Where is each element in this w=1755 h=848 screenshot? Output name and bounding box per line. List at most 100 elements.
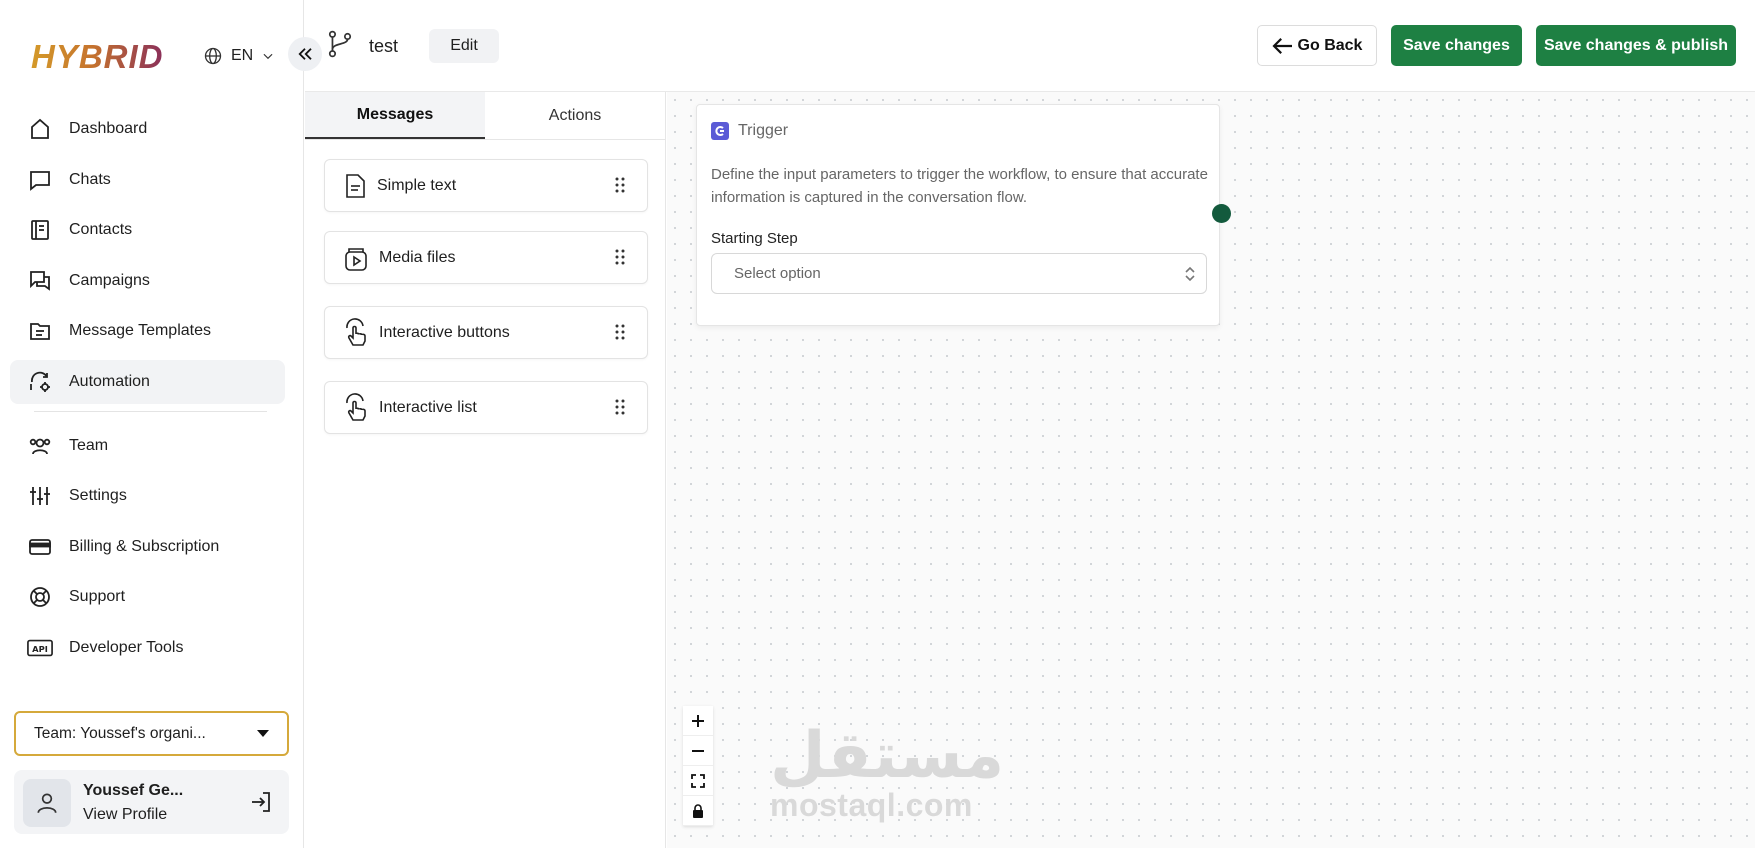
trigger-icon: [711, 122, 729, 140]
starting-step-label: Starting Step: [711, 230, 798, 247]
trigger-node-header: Trigger: [711, 122, 788, 140]
collapse-sidebar-button[interactable]: [288, 37, 322, 71]
sidebar-item-label: Support: [69, 588, 126, 606]
sidebar-item-developer-tools[interactable]: API Developer Tools: [10, 626, 285, 670]
trigger-title: Trigger: [738, 122, 789, 139]
trigger-description: Define the input parameters to trigger t…: [711, 166, 1208, 206]
nav-divider: [34, 410, 267, 412]
sidebar-item-label: Team: [69, 436, 109, 454]
fit-view-button[interactable]: [683, 766, 713, 796]
drag-handle-icon[interactable]: [615, 399, 625, 415]
sidebar-item-automation[interactable]: Automation: [10, 359, 285, 404]
editor-header: test Edit Go Back Save changes Save chan…: [305, 0, 1755, 92]
sidebar-item-label: Campaigns: [69, 271, 150, 289]
edit-name-button[interactable]: Edit: [429, 29, 499, 63]
svg-text:API: API: [32, 644, 48, 654]
go-back-button[interactable]: Go Back: [1257, 25, 1377, 66]
templates-icon: [27, 318, 53, 344]
starting-step-select[interactable]: Select option: [711, 253, 1207, 294]
sidebar-nav: Dashboard Chats Contacts Campaigns Messa…: [10, 107, 285, 677]
sidebar-item-label: Billing & Subscription: [69, 537, 220, 555]
chat-icon: [27, 167, 53, 193]
sidebar-item-label: Chats: [69, 170, 111, 188]
campaigns-icon: [27, 268, 53, 294]
tab-messages[interactable]: Messages: [305, 92, 485, 139]
support-icon: [27, 584, 53, 610]
drag-handle-icon[interactable]: [615, 249, 625, 265]
caret-down-icon: [257, 729, 269, 737]
sidebar-item-dashboard[interactable]: Dashboard: [10, 107, 285, 151]
sidebar-item-label: Settings: [69, 487, 127, 505]
chevron-down-icon: [263, 53, 273, 60]
block-label: Interactive list: [379, 398, 477, 416]
sidebar-item-label: Automation: [69, 372, 150, 390]
globe-icon: [204, 47, 222, 65]
lock-interaction-button[interactable]: [683, 796, 713, 826]
sidebar: HYBRID EN Dashboard Chats Contacts Campa…: [0, 0, 304, 848]
blocks-panel: Messages Actions Simple text Media files…: [305, 92, 666, 848]
sidebar-item-campaigns[interactable]: Campaigns: [10, 259, 285, 303]
block-interactive-buttons[interactable]: Interactive buttons: [324, 306, 648, 359]
block-label: Media files: [379, 248, 456, 266]
trigger-output-handle[interactable]: [1212, 204, 1231, 223]
sidebar-item-billing[interactable]: Billing & Subscription: [10, 525, 285, 569]
watermark-arabic: مستقل: [770, 719, 1005, 791]
block-interactive-list[interactable]: Interactive list: [324, 381, 648, 434]
automation-icon: [27, 369, 53, 395]
text-file-icon: [346, 173, 365, 198]
avatar[interactable]: [23, 779, 71, 827]
language-selector[interactable]: EN: [203, 46, 275, 66]
sidebar-item-support[interactable]: Support: [10, 575, 285, 619]
trigger-node[interactable]: Trigger Define the input parameters to t…: [696, 104, 1220, 326]
tap-pointer-icon: [346, 392, 366, 421]
block-simple-text[interactable]: Simple text: [324, 159, 648, 212]
tab-actions[interactable]: Actions: [485, 92, 665, 139]
zoom-in-button[interactable]: [683, 706, 713, 736]
block-label: Interactive buttons: [379, 323, 510, 341]
home-icon: [27, 116, 53, 142]
go-back-label: Go Back: [1297, 36, 1363, 54]
watermark: مستقل mostaql.com: [770, 719, 1005, 823]
team-selector[interactable]: Team: Youssef's organi...: [14, 711, 289, 756]
minus-icon: [692, 749, 704, 752]
plus-icon: [692, 714, 704, 727]
language-label: EN: [231, 47, 254, 64]
billing-icon: [27, 534, 53, 560]
flow-canvas[interactable]: Trigger Define the input parameters to t…: [667, 92, 1755, 848]
double-chevron-left-icon: [298, 48, 312, 60]
sidebar-item-label: Contacts: [69, 221, 133, 239]
logout-icon: [252, 792, 270, 812]
save-and-publish-button[interactable]: Save changes & publish: [1536, 25, 1736, 66]
save-changes-button[interactable]: Save changes: [1391, 25, 1522, 66]
lock-icon: [693, 803, 703, 818]
drag-handle-icon[interactable]: [615, 324, 625, 340]
panel-tabs: Messages Actions: [305, 92, 665, 140]
canvas-controls: [683, 706, 713, 826]
media-play-icon: [345, 247, 367, 271]
select-placeholder: Select option: [734, 265, 821, 282]
chevron-up-down-icon: [1185, 266, 1195, 282]
user-profile-card: Youssef Ge... View Profile: [14, 770, 289, 834]
api-icon: API: [27, 635, 53, 661]
brand-logo: HYBRID: [31, 38, 164, 75]
sidebar-item-label: Developer Tools: [69, 638, 184, 656]
tap-pointer-icon: [346, 317, 366, 346]
workflow-name: test: [369, 36, 399, 56]
fit-view-icon: [691, 773, 705, 788]
settings-icon: [27, 483, 53, 509]
sidebar-item-message-templates[interactable]: Message Templates: [10, 309, 285, 353]
sidebar-item-team[interactable]: Team: [10, 424, 285, 468]
logout-button[interactable]: [249, 790, 273, 819]
view-profile-link[interactable]: View Profile: [83, 806, 167, 824]
block-label: Simple text: [377, 176, 457, 194]
sidebar-item-contacts[interactable]: Contacts: [10, 208, 285, 252]
watermark-latin: mostaql.com: [770, 787, 973, 823]
block-media-files[interactable]: Media files: [324, 231, 648, 284]
sidebar-item-chats[interactable]: Chats: [10, 158, 285, 202]
sidebar-item-label: Message Templates: [69, 322, 211, 340]
sidebar-item-label: Dashboard: [69, 120, 148, 137]
team-icon: [27, 433, 53, 459]
sidebar-item-settings[interactable]: Settings: [10, 474, 285, 518]
drag-handle-icon[interactable]: [615, 177, 625, 193]
zoom-out-button[interactable]: [683, 736, 713, 766]
